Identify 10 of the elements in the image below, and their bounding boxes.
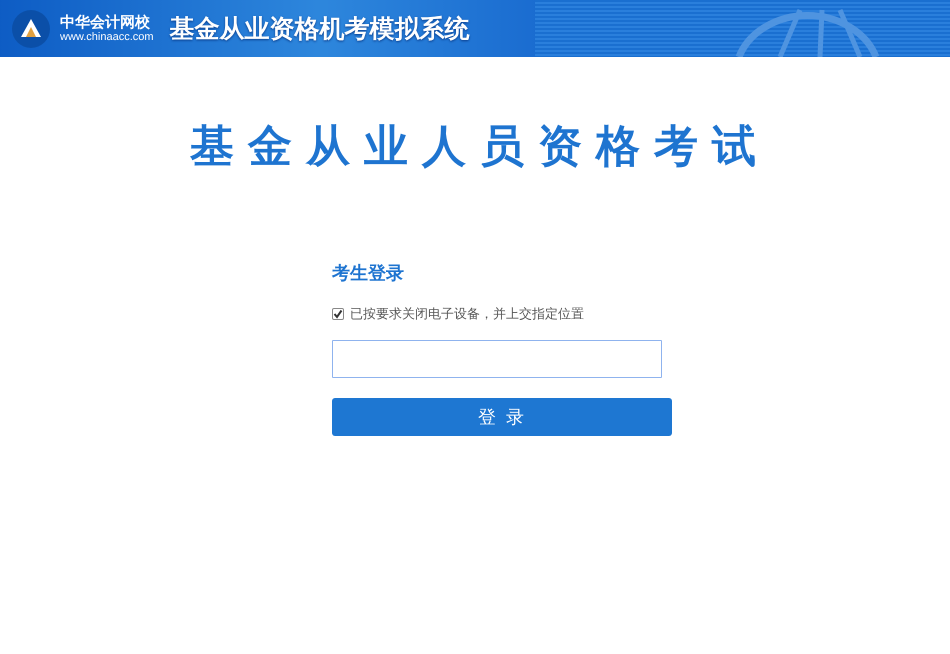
exam-title: 基金从业人员资格考试	[189, 120, 770, 174]
admission-number-field[interactable]	[332, 340, 662, 378]
login-heading: 考生登录	[332, 262, 405, 285]
school-name: 中华会计网校	[60, 14, 151, 31]
logo-icon	[12, 10, 50, 48]
school-url: www.chinaacc.com	[60, 30, 154, 43]
system-title: 基金从业资格机考模拟系统	[170, 13, 470, 45]
agreement-label: 已按要求关闭电子设备，并上交指定位置	[350, 306, 584, 323]
agreement-checkbox[interactable]	[332, 308, 344, 320]
login-button[interactable]: 登 录	[332, 398, 672, 436]
